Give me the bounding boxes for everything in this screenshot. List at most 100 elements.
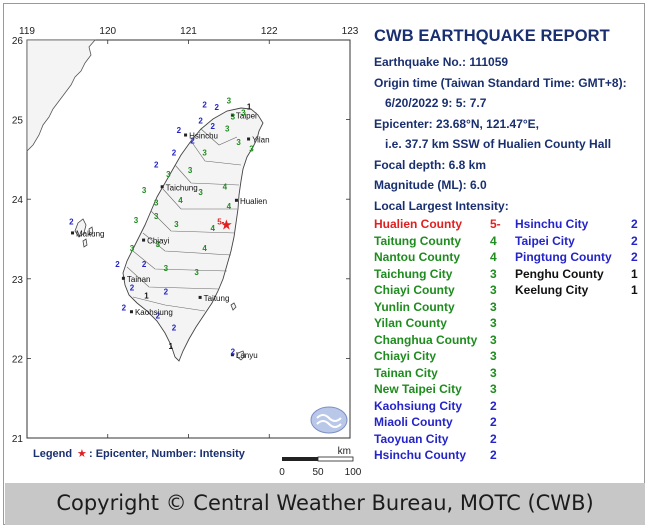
intensity-region: Changhua County xyxy=(374,332,478,347)
intensity-row: Hsinchu County 2 xyxy=(374,447,506,464)
station-value: 2 xyxy=(198,117,203,126)
scale-tick-50: 50 xyxy=(312,467,324,478)
intensity-region: Taitung County xyxy=(374,233,462,248)
lat-label: 25 xyxy=(12,116,24,127)
place-marker xyxy=(142,238,146,242)
station-value: 2 xyxy=(130,284,135,293)
intensity-map: 119 120 121 122 123 262524232221 TaipeiHsinc… xyxy=(12,26,362,478)
intensity-value: 3 xyxy=(490,365,497,380)
intensity-value: 2 xyxy=(631,233,638,248)
station-value: 1 xyxy=(169,342,174,351)
intensity-value: 2 xyxy=(490,415,497,429)
lat-label: 26 xyxy=(12,36,24,47)
intensity-region: Penghu County xyxy=(515,266,604,281)
intensity-value: 4 xyxy=(490,233,497,248)
epicenter-coords: Epicenter: 23.68°N, 121.47°E, xyxy=(374,116,540,131)
intensity-value: 1 xyxy=(631,283,638,297)
scale-tick-0: 0 xyxy=(279,467,285,478)
station-value: 2 xyxy=(172,324,177,333)
intensity-row: Taichung City 3 xyxy=(374,266,506,283)
intensity-value: 5- xyxy=(490,217,501,231)
scale-unit: km xyxy=(338,446,351,457)
station-value: 3 xyxy=(225,125,230,134)
station-value: 2 xyxy=(122,304,127,313)
station-value: 4 xyxy=(227,202,232,211)
legend-label: Legend xyxy=(33,448,72,460)
cwb-logo xyxy=(310,406,348,434)
report-panel: 119 120 121 122 123 26 25 24 23 22 21 Taipei Hsinc… xyxy=(5,5,644,482)
intensity-value: 3 xyxy=(490,382,497,396)
intensity-region: Chiayi County xyxy=(374,283,455,297)
intensity-row: Changhua County 3 xyxy=(374,332,506,349)
intensity-row: Pingtung County 2 xyxy=(515,249,639,266)
place-label: Lanyu xyxy=(236,351,258,360)
place-label: Tainan xyxy=(127,275,151,284)
intensity-row: Taitung County 4 xyxy=(374,233,506,250)
place-marker xyxy=(198,295,202,299)
station-value: 2 xyxy=(210,122,215,131)
latitude-labels: 26 25 24 23 22 21 xyxy=(12,36,24,445)
legend-star-icon: ★ xyxy=(77,448,87,460)
station-value: 3 xyxy=(156,240,161,249)
station-value: 4 xyxy=(178,196,183,205)
intensity-row: Taipei City 2 xyxy=(515,233,639,250)
station-value: 2 xyxy=(202,101,207,110)
intensity-value: 3 xyxy=(490,266,497,281)
epicenter-star-icon: ★ xyxy=(220,217,233,233)
scale-tick-100: 100 xyxy=(345,467,362,478)
intensity-row: Taoyuan City 2 xyxy=(374,431,506,448)
intensity-value: 3 xyxy=(490,332,497,347)
station-value: 3 xyxy=(231,113,236,122)
station-value: 3 xyxy=(142,186,147,195)
station-value: 3 xyxy=(134,216,139,225)
station-value: 3 xyxy=(194,268,199,277)
station-value: 3 xyxy=(164,264,169,273)
place-label: Yilan xyxy=(252,136,270,145)
intensity-row: Miaoli County 2 xyxy=(374,414,506,431)
copyright-footer: Copyright © Central Weather Bureau, MOTC… xyxy=(5,483,645,525)
lat-label: 21 xyxy=(12,434,24,445)
intensity-value: 2 xyxy=(631,217,638,231)
intensity-table: Hualien County 5- Taitung County 4 Nantou Co… xyxy=(374,216,649,466)
station-value: 2 xyxy=(172,148,177,157)
intensity-region: New Taipei City xyxy=(374,382,462,396)
intensity-region: Keelung City xyxy=(515,283,589,297)
station-value: 2 xyxy=(142,260,147,269)
lat-label: 23 xyxy=(12,275,24,286)
intensity-region: Miaoli County xyxy=(374,415,453,429)
origin-time-value: 6/20/2022 9: 5: 7.7 xyxy=(385,96,487,110)
intensity-row: Tainan City 3 xyxy=(374,365,506,382)
station-value: 3 xyxy=(130,244,135,253)
station-value: 2 xyxy=(190,136,195,145)
intensity-row: Penghu County 1 xyxy=(515,266,639,283)
intensity-row: Chiayi City 3 xyxy=(374,348,506,365)
lon-label: 121 xyxy=(180,26,197,37)
intensity-row: Yilan County 3 xyxy=(374,315,506,332)
station-value: 4 xyxy=(223,183,228,192)
place-label: Taitung xyxy=(204,294,230,303)
origin-time-label: Origin time (Taiwan Standard Time: GMT+8… xyxy=(374,75,627,90)
intensity-region: Taipei City xyxy=(515,233,575,248)
station-value: 3 xyxy=(198,188,203,197)
place-label: Hualien xyxy=(240,197,267,206)
station-value: 1 xyxy=(144,292,149,301)
place-marker xyxy=(234,198,238,202)
station-value: 3 xyxy=(188,166,193,175)
intensity-heading: Local Largest Intensity: xyxy=(374,198,509,213)
magnitude: Magnitude (ML): 6.0 xyxy=(374,178,487,192)
station-value: 3 xyxy=(249,144,254,153)
intensity-region: Hsinchu City xyxy=(515,217,589,231)
report-title: CWB EARTHQUAKE REPORT xyxy=(374,27,610,45)
intensity-region: Yilan County xyxy=(374,316,447,330)
intensity-value: 2 xyxy=(631,250,638,264)
place-marker xyxy=(129,310,133,314)
intensity-region: Kaohsiung City xyxy=(374,398,463,413)
legend-text: : Epicenter, Number: Intensity xyxy=(89,448,246,460)
intensity-value: 2 xyxy=(490,448,497,462)
lon-label: 123 xyxy=(342,26,359,37)
scale-bar-white xyxy=(317,456,354,462)
intensity-region: Pingtung County xyxy=(515,250,612,264)
lat-label: 24 xyxy=(12,195,24,206)
copyright-text: Copyright © Central Weather Bureau, MOTC… xyxy=(56,491,594,515)
place-label: Makung xyxy=(76,229,104,238)
